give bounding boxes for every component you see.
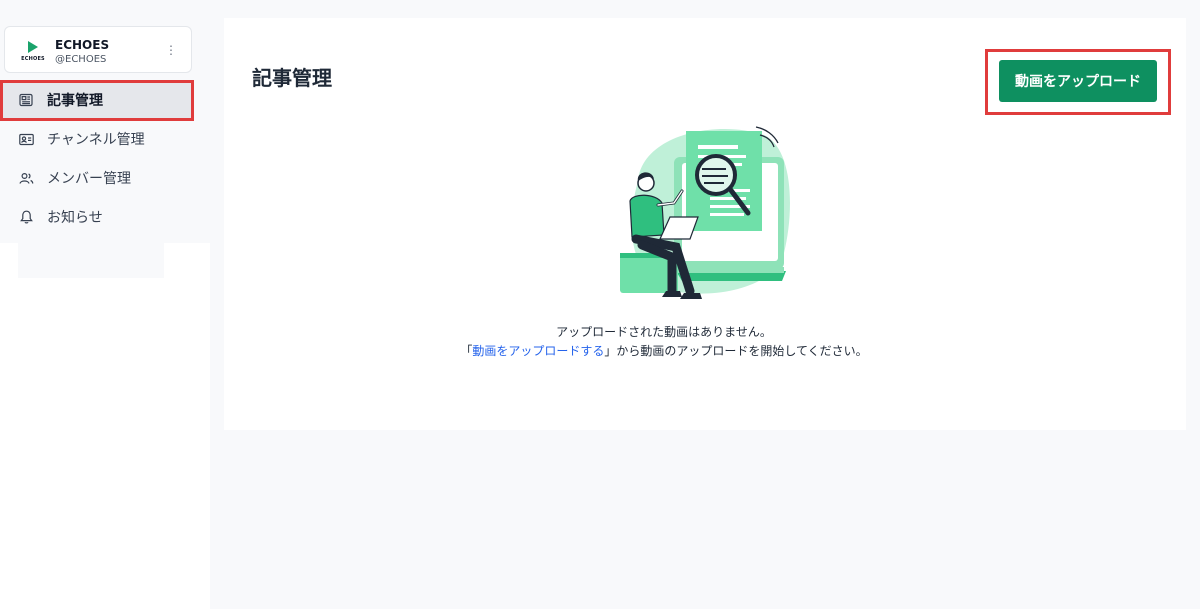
empty-state-line-2: 「動画をアップロードする」から動画のアップロードを開始してください。 [224,342,1104,361]
main-panel: 記事管理 動画をアップロード アップロードされた動画はありません。 「動画をアッ… [224,18,1186,430]
sidebar-item-label: お知らせ [47,210,103,226]
empty-state-line-1: アップロードされた動画はありません。 [556,325,772,339]
sidebar-item-label: チャンネル管理 [47,132,145,148]
logo-wordmark: ECHOES [21,56,45,62]
users-icon [18,170,34,186]
sidebar-footer-area [18,243,164,278]
echoes-logo: ECHOES [19,37,47,65]
quote-open: 「 [460,344,473,358]
more-vertical-icon[interactable]: ⋮ [165,42,177,58]
play-icon [28,41,38,53]
sidebar-item-articles[interactable]: 記事管理 [0,82,192,118]
newspaper-icon [18,92,34,108]
empty-state-illustration [620,126,790,299]
sidebar: ECHOES ECHOES @ECHOES ⋮ 記事管理 チャンネル管理 メンバ… [0,0,210,609]
sidebar-item-label: 記事管理 [47,93,103,109]
upload-video-button[interactable]: 動画をアップロード [999,60,1157,102]
id-card-icon [18,131,34,147]
sidebar-item-notifications[interactable]: お知らせ [0,199,192,235]
account-switcher[interactable]: ECHOES ECHOES @ECHOES ⋮ [4,26,192,73]
sidebar-item-channel[interactable]: チャンネル管理 [0,121,192,157]
account-handle: @ECHOES [55,54,107,65]
sidebar-item-label: メンバー管理 [47,171,131,187]
empty-state-message: アップロードされた動画はありません。 「動画をアップロードする」から動画のアップ… [224,323,1104,361]
page-title: 記事管理 [252,66,332,90]
upload-video-link[interactable]: 動画をアップロードする [472,344,604,358]
sidebar-item-members[interactable]: メンバー管理 [0,160,192,196]
empty-state-instruction: 」から動画のアップロードを開始してください。 [604,344,868,358]
account-name: ECHOES [55,38,110,52]
bell-icon [18,209,34,225]
